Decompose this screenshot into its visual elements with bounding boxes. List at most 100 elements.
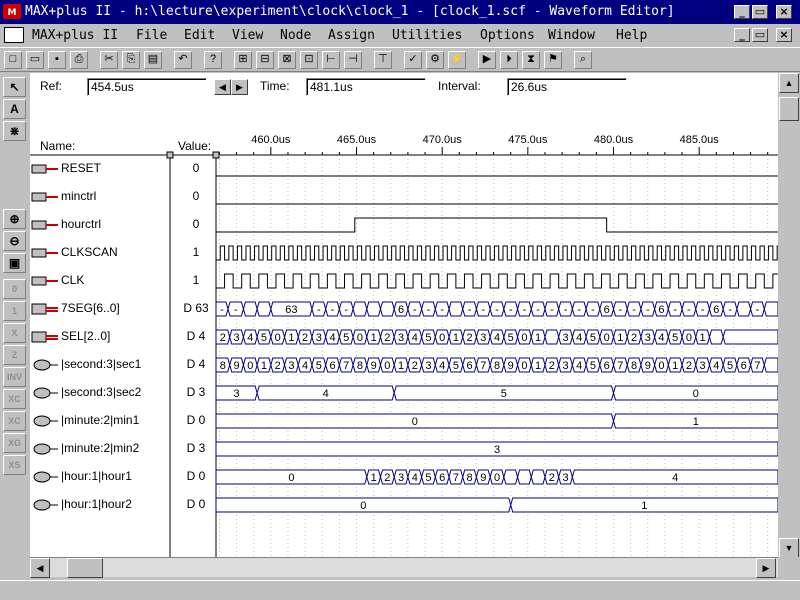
column-handle[interactable] xyxy=(166,151,174,159)
bus-value-label: 0 xyxy=(357,332,363,344)
bus-value-label: 0 xyxy=(604,332,610,344)
bus-value-label: - xyxy=(427,304,431,316)
invert-icon[interactable]: INV xyxy=(3,367,26,387)
select-pointer-icon[interactable]: ↖ xyxy=(3,77,26,97)
close-button[interactable]: × xyxy=(776,5,792,19)
bus-value-label: 4 xyxy=(329,332,335,344)
scroll-left-button[interactable]: ◀ xyxy=(30,558,50,578)
set-x-icon[interactable]: X xyxy=(3,323,26,343)
signal-name[interactable]: 7SEG[6..0] xyxy=(61,301,120,315)
signal-name[interactable]: |hour:1|hour1 xyxy=(61,469,132,483)
signal-name[interactable]: RESET xyxy=(61,161,101,175)
horizontal-scroll-thumb[interactable] xyxy=(67,558,103,578)
horizontal-scrollbar[interactable]: ◀ ▶ xyxy=(30,557,778,578)
program-icon[interactable]: ⚑ xyxy=(544,51,562,69)
new-icon[interactable]: □ xyxy=(4,51,22,69)
simulate-icon[interactable]: ⏵ xyxy=(500,51,518,69)
open-icon[interactable]: ▭ xyxy=(26,51,44,69)
menu-node[interactable]: Node xyxy=(280,28,311,43)
menu-help[interactable]: Help xyxy=(616,28,647,43)
compiler-icon[interactable]: ⊠ xyxy=(278,51,296,69)
bus-value-label: 0 xyxy=(439,332,445,344)
signal-name[interactable]: hourctrl xyxy=(61,217,101,231)
output-pin-icon xyxy=(33,387,51,399)
signal-name[interactable]: CLK xyxy=(61,273,84,287)
signal-name[interactable]: |second:3|sec1 xyxy=(61,357,141,371)
menu-options[interactable]: Options xyxy=(480,28,535,43)
print-icon[interactable]: ⎙ xyxy=(70,51,88,69)
bus-value-label: - xyxy=(413,304,417,316)
menu-view[interactable]: View xyxy=(232,28,263,43)
floorplan-icon[interactable]: ⊟ xyxy=(256,51,274,69)
text-tool-icon[interactable]: A xyxy=(3,99,26,119)
zoom-out-icon[interactable]: ⊖ xyxy=(3,231,26,251)
cut-icon[interactable]: ✂ xyxy=(100,51,118,69)
count-value-icon[interactable]: XC xyxy=(3,411,26,431)
scroll-right-button[interactable]: ▶ xyxy=(756,558,776,578)
signal-name[interactable]: |minute:2|min2 xyxy=(61,441,139,455)
sequence-value-icon[interactable]: XS xyxy=(3,455,26,475)
scroll-down-button[interactable]: ▼ xyxy=(779,538,799,558)
set-z-icon[interactable]: Z xyxy=(3,345,26,365)
signal-name[interactable]: CLKSCAN xyxy=(61,245,118,259)
bus-segment xyxy=(708,329,724,345)
set-0-icon[interactable]: 0 xyxy=(3,279,26,299)
save-icon[interactable]: ▪ xyxy=(48,51,66,69)
save-compile-icon[interactable]: ⚙ xyxy=(426,51,444,69)
minimize-button[interactable]: _ xyxy=(734,5,750,19)
group-value-icon[interactable]: XG xyxy=(3,433,26,453)
window-title: MAX+plus II - h:\lecture\experiment\cloc… xyxy=(25,4,675,19)
find-icon[interactable]: ⌕ xyxy=(574,51,592,69)
timing-analyze-icon[interactable]: ⧗ xyxy=(522,51,540,69)
set-1-icon[interactable]: 1 xyxy=(3,301,26,321)
signal-name[interactable]: |hour:1|hour2 xyxy=(61,497,132,511)
menu-window[interactable]: Window xyxy=(548,28,595,43)
zoom-in-icon[interactable]: ⊕ xyxy=(3,209,26,229)
bus-value-label: 3 xyxy=(562,472,568,484)
signal-name[interactable]: minctrl xyxy=(61,189,96,203)
timing-icon[interactable]: ⊢ xyxy=(322,51,340,69)
open-editor-icon[interactable]: ⊤ xyxy=(374,51,392,69)
undo-icon[interactable]: ↶ xyxy=(174,51,192,69)
bus-segment xyxy=(242,301,258,317)
bus-value-label: 2 xyxy=(549,360,555,372)
scroll-up-button[interactable]: ▲ xyxy=(779,73,799,93)
menu-file[interactable]: File xyxy=(136,28,167,43)
programmer-icon[interactable]: ⊣ xyxy=(344,51,362,69)
bus-value-label: - xyxy=(646,304,650,316)
help-pointer-icon[interactable]: ? xyxy=(204,51,222,69)
save-check-icon[interactable]: ✓ xyxy=(404,51,422,69)
fit-window-icon[interactable]: ▣ xyxy=(3,253,26,273)
save-simulate-icon[interactable]: ⚡ xyxy=(448,51,466,69)
signal-name[interactable]: SEL[2..0] xyxy=(61,329,110,343)
menu-max-plus-ii[interactable]: MAX+plus II xyxy=(32,28,118,43)
compile-icon[interactable]: ▶ xyxy=(478,51,496,69)
bus-value-label: 7 xyxy=(453,472,459,484)
bus-value-label: 5 xyxy=(501,388,507,400)
menu-edit[interactable]: Edit xyxy=(184,28,215,43)
max-plus-app-icon[interactable]: M xyxy=(3,4,21,19)
doc-close-button[interactable]: × xyxy=(776,28,792,42)
document-icon[interactable] xyxy=(4,27,24,43)
menu-assign[interactable]: Assign xyxy=(328,28,375,43)
clock-value-icon[interactable]: XC xyxy=(3,389,26,409)
simulator-icon[interactable]: ⊡ xyxy=(300,51,318,69)
column-handle[interactable] xyxy=(212,151,220,159)
paste-icon[interactable]: ▤ xyxy=(144,51,162,69)
bus-value-label: 0 xyxy=(693,388,699,400)
doc-restore-button[interactable]: ▭ xyxy=(752,28,768,42)
hierarchy-icon[interactable]: ⊞ xyxy=(234,51,252,69)
bus-segment xyxy=(530,469,546,485)
menu-utilities[interactable]: Utilities xyxy=(392,28,462,43)
bus-value-label: 4 xyxy=(658,332,664,344)
bus-value-label: 6 xyxy=(741,360,747,372)
signal-name[interactable]: |minute:2|min1 xyxy=(61,413,139,427)
vertical-scroll-thumb[interactable] xyxy=(779,97,799,121)
node-tool-icon[interactable]: ⋇ xyxy=(3,121,26,141)
vertical-scrollbar[interactable]: ▲ ▼ xyxy=(778,73,800,562)
doc-minimize-button[interactable]: _ xyxy=(734,28,750,42)
restore-button[interactable]: ▭ xyxy=(752,5,768,19)
copy-icon[interactable]: ⎘ xyxy=(122,51,140,69)
waveform-area[interactable]: 460.0us 465.0us 470.0us 475.0us 480.0us 485.0… xyxy=(30,73,778,557)
signal-name[interactable]: |second:3|sec2 xyxy=(61,385,141,399)
